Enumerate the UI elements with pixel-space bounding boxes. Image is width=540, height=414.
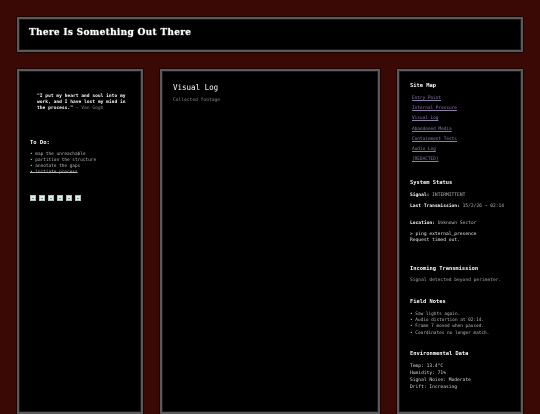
signal-label: Signal: bbox=[410, 193, 430, 198]
env-drift: Drift: Increasing bbox=[410, 385, 458, 390]
sitemap-link-abandoned-media[interactable]: Abandoned Media bbox=[412, 127, 452, 132]
main-content: Visual Log Collected footage bbox=[160, 69, 380, 414]
signal-value: INTERMITTENT bbox=[432, 193, 466, 198]
env-temp: Temp: 13.4°C bbox=[410, 364, 444, 369]
environment-data: Temp: 13.4°C Humidity: 71% Signal Noise:… bbox=[410, 363, 471, 391]
sitemap-item: Abandoned Media bbox=[412, 125, 457, 135]
broken-image-icon[interactable] bbox=[57, 195, 63, 201]
broken-image-icon[interactable] bbox=[39, 195, 45, 201]
field-note: Coordinates no longer match. bbox=[410, 331, 489, 337]
image-thumbnails bbox=[30, 195, 81, 201]
field-notes-heading: Field Notes bbox=[410, 299, 446, 305]
last-transmission-row: Last Transmission: 15/2/26 — 02:14 bbox=[410, 204, 514, 210]
ping-result: Request timed out. bbox=[410, 238, 460, 243]
sitemap-link-internal-pressure[interactable]: Internal Pressure bbox=[412, 106, 457, 111]
quote-attribution: — Van Gogh bbox=[75, 106, 104, 111]
broken-image-icon[interactable] bbox=[66, 195, 72, 201]
status-heading: System Status bbox=[410, 180, 453, 186]
broken-image-icon[interactable] bbox=[48, 195, 54, 201]
location-row: Location: Unknown Sector bbox=[410, 221, 476, 227]
right-sidebar: Site Map Entry Point Internal Pressure V… bbox=[397, 69, 523, 414]
environment-heading: Environmental Data bbox=[410, 351, 469, 357]
site-title: There Is Something Out There bbox=[29, 28, 192, 38]
incoming-text: Signal detected beyond perimeter. bbox=[410, 278, 502, 283]
sitemap-item: Audio Log bbox=[412, 145, 457, 155]
sitemap-item: Visual Log bbox=[412, 114, 457, 124]
field-notes-list: Saw lights again. Audio distortion at 02… bbox=[410, 312, 489, 337]
last-transmission-label: Last Transmission: bbox=[410, 204, 460, 209]
page-title: Visual Log bbox=[173, 83, 219, 92]
page-subtitle: Collected footage bbox=[173, 98, 221, 103]
field-note: Frame 7 moved when paused. bbox=[410, 324, 489, 330]
location-label: Location: bbox=[410, 221, 435, 226]
location-value: Unknown Sector bbox=[437, 221, 477, 226]
env-signal-noise: Signal Noise: Moderate bbox=[410, 378, 471, 383]
todo-list: map the unreachable partition the struct… bbox=[30, 152, 96, 176]
sitemap-link-containment-tests[interactable]: Containment Tests bbox=[412, 137, 457, 142]
sitemap-item: Entry Point bbox=[412, 94, 457, 104]
sitemap-link-redacted[interactable]: [REDACTED] bbox=[412, 157, 438, 162]
quote-block: "I put my heart and soul into my work, a… bbox=[37, 94, 133, 112]
incoming-heading: Incoming Transmission bbox=[410, 266, 479, 272]
sitemap-link-visual-log[interactable]: Visual Log bbox=[412, 116, 438, 121]
todo-heading: To Do: bbox=[30, 140, 50, 146]
broken-image-icon[interactable] bbox=[75, 195, 81, 201]
sitemap-link-entry-point[interactable]: Entry Point bbox=[412, 96, 441, 101]
sitemap-link-audio-log[interactable]: Audio Log bbox=[412, 147, 436, 152]
left-sidebar: "I put my heart and soul into my work, a… bbox=[17, 69, 143, 414]
sitemap-heading: Site Map bbox=[410, 83, 436, 89]
todo-item-done: initiate process bbox=[30, 170, 96, 176]
sitemap-item: Containment Tests bbox=[412, 135, 457, 145]
signal-row: Signal: INTERMITTENT bbox=[410, 193, 465, 199]
last-transmission-value: 15/2/26 — 02:14 bbox=[462, 204, 505, 209]
header-bar: There Is Something Out There bbox=[17, 17, 523, 52]
sitemap-list: Entry Point Internal Pressure Visual Log… bbox=[412, 94, 457, 165]
broken-image-icon[interactable] bbox=[30, 195, 36, 201]
sitemap-item: [REDACTED] bbox=[412, 155, 457, 165]
sitemap-item: Internal Pressure bbox=[412, 104, 457, 114]
env-humidity: Humidity: 71% bbox=[410, 371, 446, 376]
